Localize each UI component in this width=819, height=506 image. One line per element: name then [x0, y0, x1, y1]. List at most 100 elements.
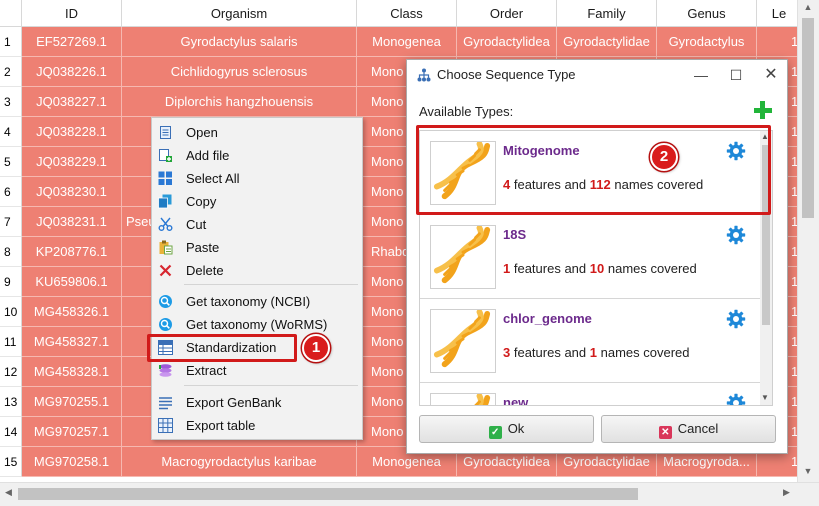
menu-item-open[interactable]: Open — [152, 121, 362, 144]
menu-item-cut[interactable]: Cut — [152, 213, 362, 236]
ok-button[interactable]: ✓ Ok — [419, 415, 594, 443]
cell-order[interactable]: Gyrodactylidea — [457, 27, 557, 57]
row-number[interactable]: 8 — [0, 237, 22, 267]
cell-id[interactable]: JQ038226.1 — [22, 57, 122, 87]
column-header-le[interactable]: Le — [757, 0, 797, 27]
cell-id[interactable]: MG458327.1 — [22, 327, 122, 357]
cell-organism[interactable]: Diplorchis hangzhouensis — [122, 87, 357, 117]
vertical-scroll-thumb[interactable] — [802, 18, 814, 218]
cell-le[interactable]: 1 — [757, 27, 797, 57]
cell-id[interactable]: EF527269.1 — [22, 27, 122, 57]
scroll-right-icon[interactable]: ▶ — [783, 487, 790, 498]
row-number[interactable]: 13 — [0, 387, 22, 417]
row-number[interactable]: 12 — [0, 357, 22, 387]
feature-count: 3 — [503, 345, 511, 360]
export-genbank-icon — [159, 397, 172, 410]
dialog-titlebar: Choose Sequence Type — ☐ ✕ — [407, 60, 787, 90]
scroll-left-icon[interactable]: ◀ — [5, 487, 12, 498]
row-number[interactable]: 6 — [0, 177, 22, 207]
type-card-new[interactable]: new — [420, 383, 760, 406]
menu-item-select-all[interactable]: Select All — [152, 167, 362, 190]
standardization-highlight — [147, 334, 297, 362]
scroll-up-icon[interactable]: ▲ — [798, 2, 818, 12]
menu-item-get-taxonomy-worms[interactable]: Get taxonomy (WoRMS) — [152, 313, 362, 336]
cell-id[interactable]: MG970258.1 — [22, 447, 122, 477]
menu-item-copy[interactable]: Copy — [152, 190, 362, 213]
menu-item-add-file[interactable]: Add file — [152, 144, 362, 167]
cell-family[interactable]: Gyrodactylidae — [557, 27, 657, 57]
column-header-genus[interactable]: Genus — [657, 0, 757, 27]
cell-id[interactable]: MG458326.1 — [22, 297, 122, 327]
column-header-organism[interactable]: Organism — [122, 0, 357, 27]
menu-item-paste[interactable]: Paste — [152, 236, 362, 259]
menu-item-delete[interactable]: Delete — [152, 259, 362, 282]
menu-item-get-taxonomy-ncbi[interactable]: Get taxonomy (NCBI) — [152, 290, 362, 313]
tree-logo-icon — [417, 68, 431, 82]
column-header-id[interactable]: ⌃ ID — [22, 0, 122, 27]
cell-genus[interactable]: Gyrodactylus — [657, 27, 757, 57]
cell-id[interactable]: JQ038227.1 — [22, 87, 122, 117]
type-card-chlor-genome[interactable]: chlor_genome 3 features and 1 names cover… — [420, 299, 760, 383]
cell-organism[interactable]: Cichlidogyrus sclerosus — [122, 57, 357, 87]
menu-item-label: Export GenBank — [186, 395, 282, 410]
copy-icon — [158, 194, 172, 209]
cell-id[interactable]: JQ038230.1 — [22, 177, 122, 207]
maximize-icon[interactable]: ☐ — [718, 60, 754, 90]
row-number[interactable]: 1 — [0, 27, 22, 57]
dialog-title: Choose Sequence Type — [437, 67, 576, 82]
type-name: new — [503, 395, 529, 406]
row-number[interactable]: 3 — [0, 87, 22, 117]
column-header-class[interactable]: Class — [357, 0, 457, 27]
cell-id[interactable]: JQ038229.1 — [22, 147, 122, 177]
cell-id[interactable]: MG970257.1 — [22, 417, 122, 447]
menu-item-label: Copy — [186, 194, 217, 209]
cancel-x-icon: ✕ — [658, 426, 672, 439]
cell-organism[interactable]: Macrogyrodactylus karibae — [122, 447, 357, 477]
scroll-down-icon[interactable]: ▼ — [798, 466, 818, 476]
taxonomy-worms-icon — [159, 318, 172, 331]
cell-id[interactable]: JQ038228.1 — [22, 117, 122, 147]
close-icon[interactable]: ✕ — [753, 60, 789, 90]
names-text: names covered — [607, 261, 697, 276]
cut-icon — [158, 217, 173, 231]
row-number[interactable]: 4 — [0, 117, 22, 147]
row-number[interactable]: 14 — [0, 417, 22, 447]
open-icon — [160, 126, 171, 139]
cell-id[interactable]: MG970255.1 — [22, 387, 122, 417]
cell-id[interactable]: KP208776.1 — [22, 237, 122, 267]
horizontal-scrollbar[interactable]: ◀ ▶ — [0, 482, 819, 506]
gear-icon[interactable] — [726, 393, 746, 405]
cell-id[interactable]: KU659806.1 — [22, 267, 122, 297]
row-number[interactable]: 10 — [0, 297, 22, 327]
menu-item-export-genbank[interactable]: Export GenBank — [152, 391, 362, 414]
row-number[interactable]: 9 — [0, 267, 22, 297]
menu-item-label: Export table — [186, 418, 256, 433]
add-type-icon[interactable] — [753, 100, 773, 120]
menu-item-extract[interactable]: Extract — [152, 359, 362, 382]
row-number[interactable]: 11 — [0, 327, 22, 357]
gear-icon[interactable] — [726, 225, 746, 245]
row-number[interactable]: 15 — [0, 447, 22, 477]
type-summary: 3 features and 1 names covered — [503, 345, 690, 360]
type-card-18s[interactable]: 18S 1 features and 10 names covered — [420, 215, 760, 299]
menu-item-label: Select All — [186, 171, 240, 186]
horizontal-scroll-thumb[interactable] — [18, 488, 638, 500]
gear-icon[interactable] — [726, 309, 746, 329]
row-number[interactable]: 7 — [0, 207, 22, 237]
cancel-button[interactable]: ✕ Cancel — [601, 415, 776, 443]
feature-count: 1 — [503, 261, 511, 276]
row-number[interactable]: 5 — [0, 147, 22, 177]
vertical-scrollbar[interactable]: ▲ ▼ — [797, 0, 819, 482]
row-number[interactable]: 2 — [0, 57, 22, 87]
cell-id[interactable]: JQ038231.1 — [22, 207, 122, 237]
cell-organism[interactable]: Gyrodactylus salaris — [122, 27, 357, 57]
minimize-icon[interactable]: — — [683, 60, 719, 90]
cell-class[interactable]: Monogenea — [357, 27, 457, 57]
column-header-order[interactable]: Order — [457, 0, 557, 27]
list-scroll-down-icon[interactable]: ▼ — [761, 393, 769, 402]
header-corner — [0, 0, 22, 27]
menu-item-export-table[interactable]: Export table — [152, 414, 362, 437]
cell-id[interactable]: MG458328.1 — [22, 357, 122, 387]
column-header-family[interactable]: Family — [557, 0, 657, 27]
mitogenome-highlight — [416, 125, 771, 215]
